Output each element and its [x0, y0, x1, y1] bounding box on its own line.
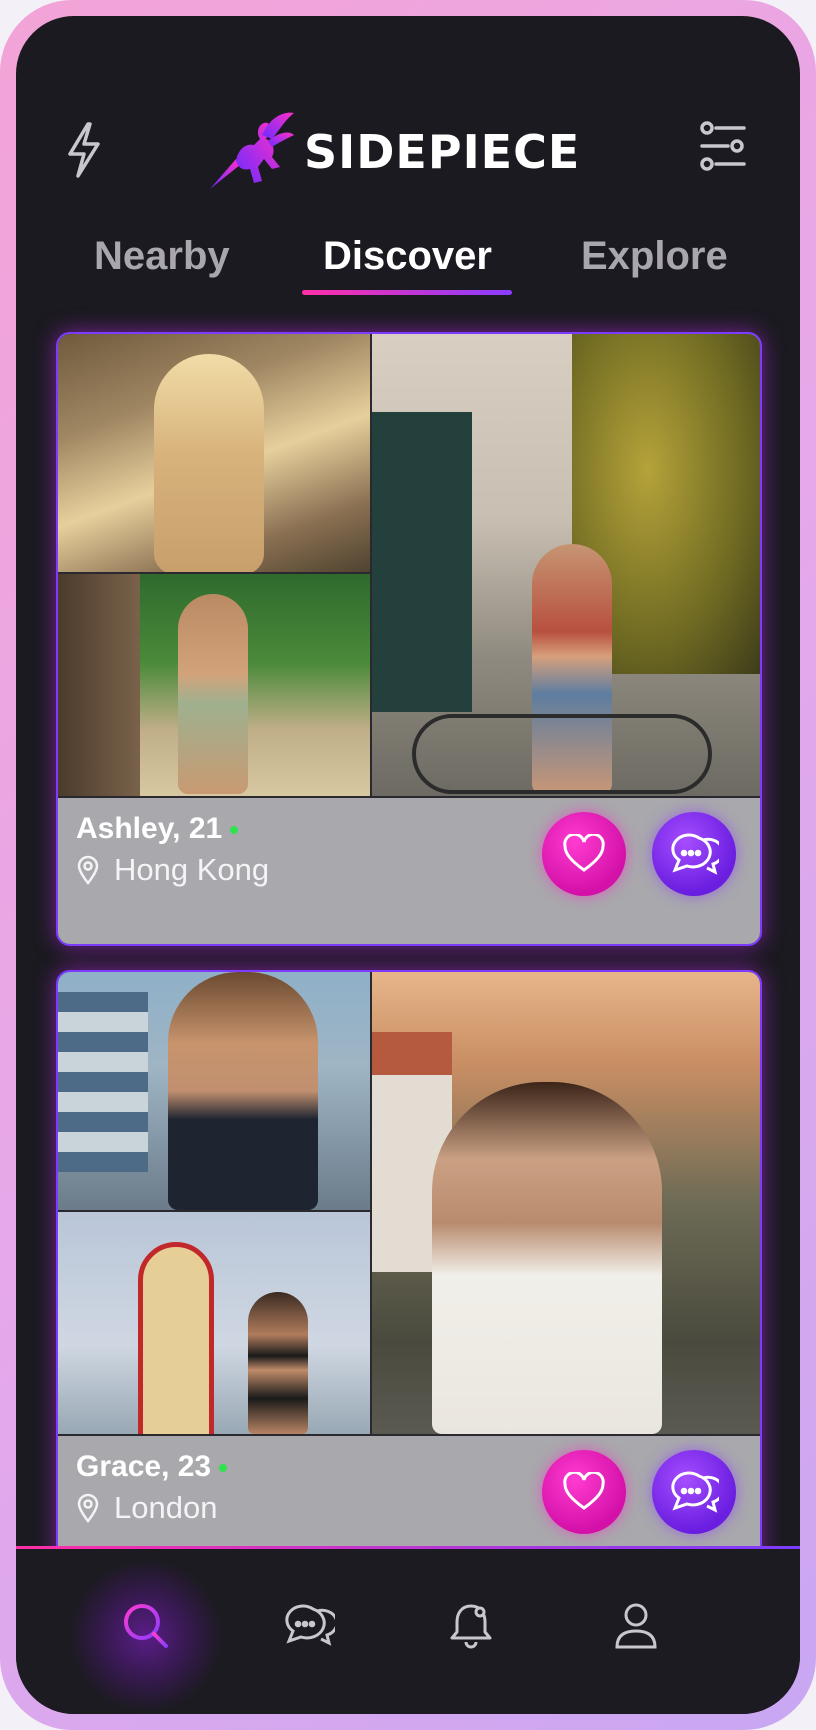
photo-subject	[178, 594, 248, 794]
photo-subject	[138, 1242, 214, 1434]
heart-icon	[563, 834, 605, 872]
photo-subject	[58, 574, 140, 796]
chat-button[interactable]	[652, 1450, 736, 1534]
location-text: Hong Kong	[114, 852, 270, 887]
location-text: London	[114, 1490, 218, 1525]
photo-subject	[248, 1292, 308, 1434]
profile-card[interactable]: Ashley, 21 Hong Kong	[56, 332, 762, 946]
photo-subject	[168, 972, 318, 1210]
profile-location: Hong Kong	[76, 852, 269, 888]
online-status-dot	[230, 826, 239, 835]
nav-notifications[interactable]	[441, 1596, 501, 1656]
tab-nearby[interactable]: Nearby	[94, 234, 230, 279]
location-pin-icon	[77, 1493, 99, 1523]
profile-name-text: Grace, 23	[76, 1450, 212, 1483]
profile-photo[interactable]	[58, 574, 370, 796]
active-tab-indicator	[302, 290, 512, 295]
app-logo: SIDEPIECE	[206, 102, 580, 202]
profile-name-text: Ashley, 21	[76, 812, 223, 845]
chat-bubbles-icon	[671, 833, 719, 875]
fairy-logo-icon	[210, 112, 294, 189]
brand-title: SIDEPIECE	[304, 125, 581, 179]
online-status-dot	[219, 1464, 228, 1473]
profile-info-bar: Ashley, 21 Hong Kong	[58, 798, 760, 944]
profile-name: Grace, 23	[76, 1450, 228, 1484]
chat-button[interactable]	[652, 812, 736, 896]
tab-explore[interactable]: Explore	[581, 234, 728, 279]
profile-icon	[615, 1603, 657, 1649]
nav-messages[interactable]	[279, 1596, 339, 1656]
nav-divider	[16, 1546, 800, 1549]
profile-photo[interactable]	[58, 1212, 370, 1434]
tab-discover[interactable]: Discover	[323, 234, 492, 279]
heart-icon	[563, 1472, 605, 1510]
photo-subject	[372, 412, 472, 712]
photo-subject	[154, 354, 264, 572]
photo-subject	[412, 714, 712, 794]
profile-photo[interactable]	[58, 334, 370, 572]
photo-subject	[432, 1082, 662, 1434]
profile-photo[interactable]	[372, 972, 760, 1434]
location-pin-icon	[77, 855, 99, 885]
chat-icon	[285, 1604, 335, 1646]
like-button[interactable]	[542, 1450, 626, 1534]
notification-bell-icon	[450, 1604, 492, 1649]
chat-bubbles-icon	[671, 1471, 719, 1513]
filter-sliders-icon[interactable]	[698, 118, 748, 178]
photo-subject	[58, 992, 148, 1172]
nav-profile[interactable]	[606, 1596, 666, 1656]
profile-card[interactable]: Grace, 23 London	[56, 970, 762, 1594]
profile-photo[interactable]	[372, 334, 760, 796]
profile-name: Ashley, 21	[76, 812, 239, 846]
profile-location: London	[76, 1490, 217, 1526]
app-screen: SIDEPIECE Nearby Discover Explore Ashley…	[16, 16, 800, 1714]
profile-photo[interactable]	[58, 972, 370, 1210]
device-frame: SIDEPIECE Nearby Discover Explore Ashley…	[0, 0, 816, 1730]
lightning-icon[interactable]	[64, 120, 104, 180]
like-button[interactable]	[542, 812, 626, 896]
search-icon	[124, 1604, 168, 1648]
nav-search[interactable]	[116, 1596, 176, 1656]
